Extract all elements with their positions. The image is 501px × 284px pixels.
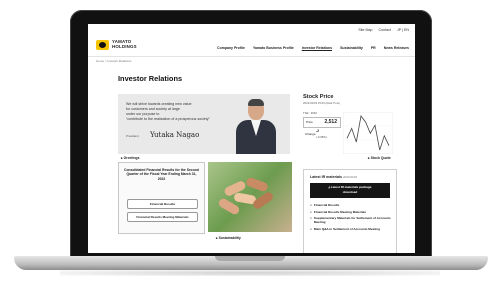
hand-shape bbox=[251, 190, 275, 211]
change-percent: (-0.08%) bbox=[316, 135, 327, 139]
hair-shape bbox=[248, 99, 264, 106]
ir-item-label: Main Q&A in Settlement of Accounts Meeti… bbox=[313, 226, 380, 231]
ir-title-text: Latest IR materials bbox=[310, 175, 342, 179]
sustainability-banner[interactable] bbox=[208, 162, 292, 232]
financial-results-button[interactable]: Financial Results bbox=[127, 199, 198, 209]
price-label: Price bbox=[306, 120, 313, 124]
stock-code: TSE : 9064 bbox=[303, 111, 317, 115]
pdf-icon: ● bbox=[310, 209, 312, 214]
stock-updated: 2022/03/03 15:00 (Real Time) bbox=[303, 101, 341, 105]
stock-title: Stock Price bbox=[303, 94, 334, 100]
ir-item-label: Supplementary Materials for Settlement o… bbox=[313, 216, 391, 224]
screen: Site Map Contact JP | EN YAMATO HOLDINGS… bbox=[88, 24, 415, 253]
ir-materials-list: ● Financial Results ● Financial Results Me… bbox=[310, 203, 392, 233]
sustainability-link[interactable]: ▸ Sustainability bbox=[216, 236, 241, 240]
main-nav: Company Profile Yamato Business Profile … bbox=[217, 46, 409, 50]
breadcrumb[interactable]: Home > Investor Relations bbox=[96, 59, 131, 63]
stock-price-widget: Stock Price 2022/03/03 15:00 (Real Time)… bbox=[303, 94, 393, 172]
sustainability-label: Sustainability bbox=[218, 236, 241, 240]
ir-date: 2022/02/03 bbox=[342, 175, 357, 179]
change-label: Change bbox=[305, 132, 316, 136]
download-line-2: download bbox=[342, 189, 358, 194]
hand-shape bbox=[245, 176, 269, 193]
page-title: Investor Relations bbox=[118, 74, 183, 83]
latest-ir-materials-panel: Latest IR materials 2022/02/03 ⤓ Latest … bbox=[303, 169, 397, 253]
laptop-frame: Site Map Contact JP | EN YAMATO HOLDINGS… bbox=[0, 0, 501, 284]
nav-sustainability[interactable]: Sustainability bbox=[340, 46, 363, 50]
ir-item-label: Financial Results Meeting Materials bbox=[313, 209, 367, 214]
nav-investor-relations[interactable]: Investor Relations bbox=[302, 46, 332, 50]
president-label: President bbox=[126, 134, 139, 138]
download-line-1-text: Latest IR materials package bbox=[330, 185, 372, 189]
pdf-icon: ● bbox=[310, 216, 312, 220]
pdf-icon: ● bbox=[310, 226, 312, 231]
change-value: -2 bbox=[316, 129, 320, 133]
price-box: Price 2,512 bbox=[303, 117, 341, 128]
laptop-shadow bbox=[60, 270, 440, 276]
results-meeting-materials-button[interactable]: Financial Results Meeting Materials bbox=[127, 212, 198, 222]
ir-item[interactable]: ● Main Q&A in Settlement of Accounts Meet… bbox=[310, 227, 392, 231]
header-divider bbox=[88, 56, 415, 57]
utility-bar: Site Map Contact JP | EN bbox=[358, 28, 409, 32]
president-message: We will strive towards creating new valu… bbox=[126, 102, 210, 122]
financial-results-card: Consolidated Financial Results for the S… bbox=[118, 162, 205, 234]
ir-item[interactable]: ● Financial Results bbox=[310, 203, 392, 207]
contact-link[interactable]: Contact bbox=[379, 28, 391, 32]
president-name: Yutaka Nagao bbox=[150, 131, 200, 139]
nav-pr[interactable]: PR bbox=[371, 46, 376, 50]
pdf-icon: ● bbox=[310, 203, 312, 207]
ir-item[interactable]: ● Financial Results Meeting Materials bbox=[310, 210, 392, 214]
ir-item[interactable]: ● Supplementary Materials for Settlement … bbox=[310, 216, 392, 224]
greetings-link[interactable]: ▸ Greetings bbox=[121, 156, 139, 160]
ir-package-download-button[interactable]: ⤓ Latest IR materials package download bbox=[310, 183, 390, 198]
ir-title: Latest IR materials 2022/02/03 bbox=[310, 175, 357, 179]
stock-chart bbox=[343, 112, 393, 154]
laptop-notch bbox=[215, 256, 285, 261]
president-photo bbox=[236, 98, 276, 154]
price-value: 2,512 bbox=[324, 119, 337, 125]
cat-logo-icon bbox=[96, 40, 109, 50]
greetings-label: Greetings bbox=[123, 156, 140, 160]
nav-business-profile[interactable]: Yamato Business Profile bbox=[253, 46, 294, 50]
logo-text: YAMATO HOLDINGS bbox=[112, 40, 137, 49]
site-map-link[interactable]: Site Map bbox=[358, 28, 372, 32]
president-message-banner[interactable]: We will strive towards creating new valu… bbox=[118, 94, 290, 154]
message-line: “contribute to the realization of a pros… bbox=[126, 117, 210, 121]
nav-news-releases[interactable]: News Releases bbox=[384, 46, 409, 50]
download-icon: ⤓ bbox=[328, 185, 330, 189]
company-logo[interactable]: YAMATO HOLDINGS bbox=[96, 40, 137, 50]
logo-line-2: HOLDINGS bbox=[112, 44, 137, 49]
nav-company-profile[interactable]: Company Profile bbox=[217, 46, 245, 50]
results-title: Consolidated Financial Results for the S… bbox=[124, 168, 199, 181]
language-switch[interactable]: JP | EN bbox=[397, 28, 409, 32]
ir-item-label: Financial Results bbox=[313, 203, 340, 207]
